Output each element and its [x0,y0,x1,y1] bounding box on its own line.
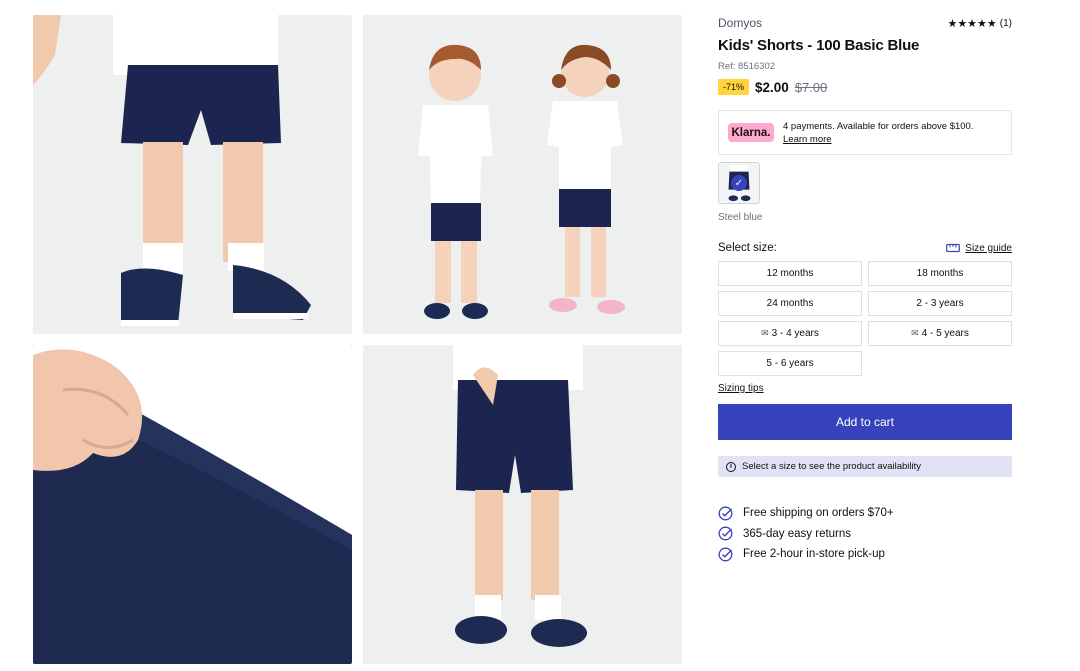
check-circle-icon [718,526,733,541]
size-options: 12 months 18 months 24 months 2 - 3 year… [718,261,1012,376]
size-option-3-4-years[interactable]: ✉ 3 - 4 years [718,321,862,346]
color-name: Steel blue [718,212,763,223]
size-label: 2 - 3 years [916,298,964,309]
product-photo-two-kids[interactable] [363,15,682,334]
benefits-list: Free shipping on orders $70+ 365-day eas… [718,503,1012,565]
benefit-text: Free shipping on orders $70+ [743,507,894,520]
size-option-5-6-years[interactable]: 5 - 6 years [718,351,862,376]
benefit-item: Free shipping on orders $70+ [718,503,1012,524]
check-circle-icon [718,547,733,562]
envelope-icon: ✉ [911,328,919,338]
size-label: 18 months [916,268,964,279]
rating-stars-icon: ★★★★★ [947,17,997,30]
klarna-info: 4 payments. Available for orders above $… [783,120,973,146]
size-label: 4 - 5 years [921,328,969,339]
brand-rating-row: Domyos ★★★★★ (1) [718,13,1012,33]
klarna-learn-more-link[interactable]: Learn more [783,133,973,146]
discount-badge: -71% [718,79,750,95]
size-label: 3 - 4 years [771,328,819,339]
availability-text: Select a size to see the product availab… [742,461,922,472]
klarna-logo: Klarna. [728,123,774,142]
sizing-tips-link[interactable]: Sizing tips [718,383,1012,394]
product-photo-front-legs[interactable] [33,15,352,334]
product-title: Kids' Shorts - 100 Basic Blue [718,37,920,54]
envelope-icon: ✉ [761,328,769,338]
product-ref: Ref: 8516302 [718,61,776,72]
original-price: $7.00 [794,79,828,95]
klarna-banner: Klarna. 4 payments. Available for orders… [718,110,1012,155]
product-photo-back[interactable] [363,345,682,664]
price-row: -71% $2.00 $7.00 [718,78,1012,96]
product-gallery [33,15,682,664]
size-option-2-3-years[interactable]: 2 - 3 years [868,291,1012,316]
current-price: $2.00 [755,79,789,95]
size-guide-link[interactable]: Size guide [946,243,1012,254]
ruler-icon [946,243,961,253]
rating-count: (1) [999,17,1012,29]
size-label: 24 months [766,298,814,309]
add-to-cart-button[interactable]: Add to cart [718,404,1012,440]
size-option-18-months[interactable]: 18 months [868,261,1012,286]
product-photo-waistband-detail[interactable] [33,345,352,664]
check-circle-icon [718,506,733,521]
product-info-panel: Domyos ★★★★★ (1) Kids' Shorts - 100 Basi… [718,13,1012,565]
size-option-4-5-years[interactable]: ✉ 4 - 5 years [868,321,1012,346]
benefit-text: Free 2-hour in-store pick-up [743,548,885,561]
info-icon: i [726,461,736,472]
size-option-12-months[interactable]: 12 months [718,261,862,286]
size-guide-label: Size guide [965,242,1012,254]
rating[interactable]: ★★★★★ (1) [947,17,1012,30]
benefit-text: 365-day easy returns [743,527,852,540]
benefit-item: 365-day easy returns [718,524,1012,545]
size-option-24-months[interactable]: 24 months [718,291,862,316]
size-label: 12 months [766,268,814,279]
klarna-text: 4 payments. Available for orders above $… [783,120,974,132]
availability-notice: i Select a size to see the product avail… [718,456,1012,477]
benefit-item: Free 2-hour in-store pick-up [718,544,1012,565]
size-header: Select size: Size guide [718,241,1012,255]
size-label: 5 - 6 years [766,358,814,369]
select-size-label: Select size: [718,242,777,254]
selected-check-icon: ✓ [731,175,747,191]
brand-name[interactable]: Domyos [718,16,762,30]
color-swatch-steel-blue[interactable]: ✓ [718,162,760,204]
